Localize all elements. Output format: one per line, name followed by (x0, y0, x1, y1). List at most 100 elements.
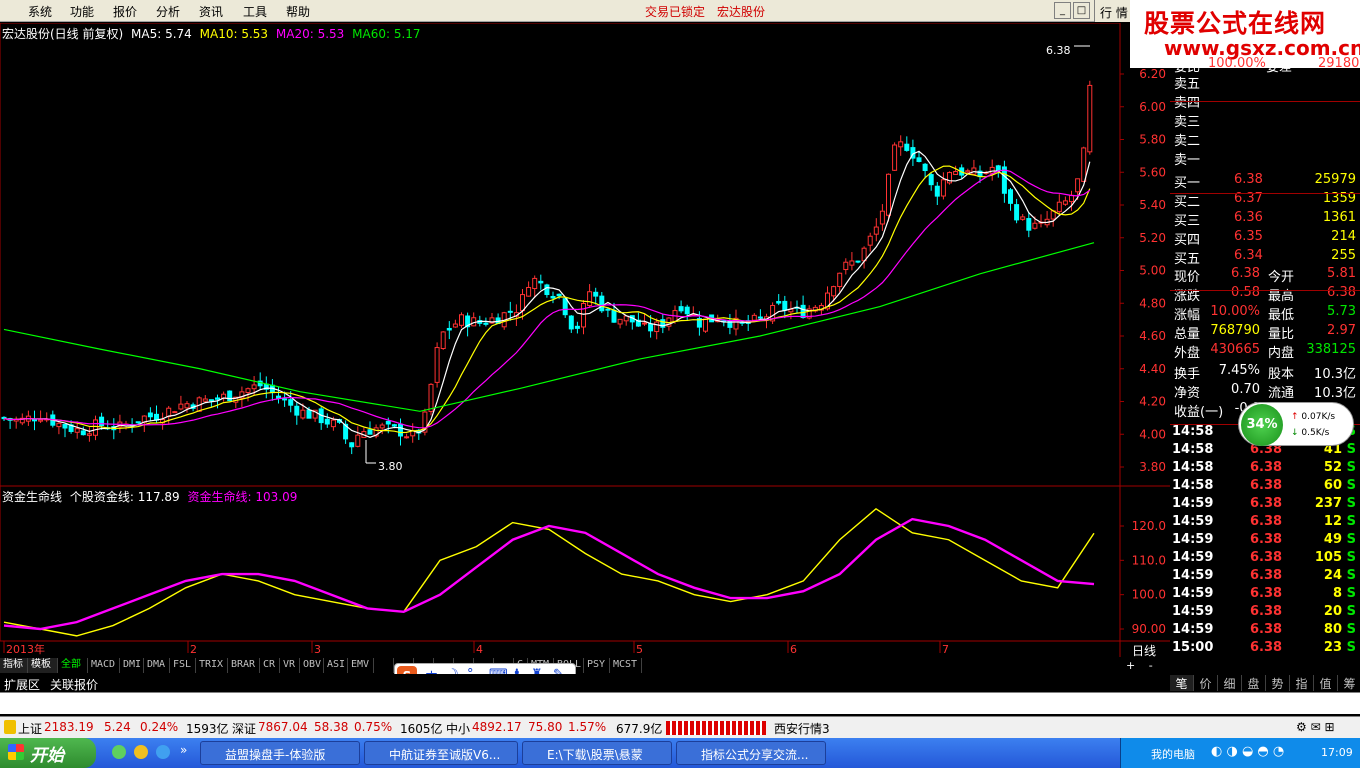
task-yimeng[interactable]: 益盟操盘手-体验版 (200, 741, 360, 765)
sell-row-1[interactable]: 卖一 (1170, 149, 1360, 168)
menu-quote[interactable]: 报价 (113, 3, 137, 20)
minimize-button[interactable]: _ (1054, 2, 1071, 19)
indicator-tick-label: 100.0 (1132, 588, 1166, 602)
candle-body (507, 310, 513, 313)
indicator-tab[interactable]: BRAR (228, 658, 260, 673)
quote-tab[interactable]: 势 (1266, 675, 1290, 691)
candle-body (135, 421, 141, 424)
tick-volume: 8 (1332, 586, 1342, 601)
quote-tab[interactable]: 值 (1314, 675, 1338, 691)
server-label: 西安行情3 (774, 722, 830, 736)
stat-value: 430665 (1210, 342, 1260, 357)
price-tick-label: 4.00 (1139, 427, 1166, 441)
chart-canvas[interactable]: 6.20 6.00 5.80 5.60 5.40 5.20 5.00 4.80 4.60 4.40… (0, 23, 1170, 657)
tab-related-quote[interactable]: 关联报价 (50, 676, 98, 693)
task-explorer[interactable]: E:\下载\股票\悬蒙 (522, 741, 672, 765)
zx-change: 75.80 (528, 720, 563, 734)
stat-value: 0.58 (1231, 285, 1260, 300)
kline-chart[interactable]: 6.20 6.00 5.80 5.60 5.40 5.20 5.00 4.80 4.60 4.40… (0, 23, 1170, 658)
menu-help[interactable]: 帮助 (286, 3, 310, 20)
buy-row[interactable]: 买一 6.38 25979 (1170, 172, 1360, 191)
sell-row-2[interactable]: 卖二 (1170, 130, 1360, 149)
buy-volume: 255 (1331, 248, 1356, 263)
task-forum[interactable]: 指标公式分享交流... (676, 741, 826, 765)
stat-value: 768790 (1210, 323, 1260, 338)
buy-row[interactable]: 买四 6.35 214 (1170, 229, 1360, 248)
candle-body (532, 277, 538, 290)
indicator-tab[interactable]: DMA (144, 658, 170, 673)
tab-quote[interactable]: 行 情 (1094, 0, 1134, 22)
quicklaunch-app-icon[interactable] (134, 745, 148, 759)
taskbar: 开始 » 益盟操盘手-体验版 中航证券至诚版V6... E:\下载\股票\悬蒙 … (0, 738, 1360, 768)
indicator-tab[interactable]: FSL (170, 658, 196, 673)
ratio-value: 100.00% (1208, 56, 1266, 71)
tray-label[interactable]: 我的电脑 (1151, 746, 1195, 762)
network-widget[interactable]: 34% ↑ 0.07K/s ↓ 0.5K/s (1238, 402, 1354, 446)
tick-volume: 24 (1323, 568, 1342, 583)
candle-body (306, 409, 312, 419)
stat-value: 10.3亿 (1314, 367, 1356, 382)
indicator-tab[interactable]: TRIX (196, 658, 228, 673)
start-button[interactable]: 开始 (0, 738, 96, 768)
input-bar[interactable] (0, 692, 1360, 714)
clock[interactable]: 17:09 (1321, 746, 1353, 759)
menu-system[interactable]: 系统 (28, 3, 52, 20)
tray-icons[interactable]: ◐ ◑ ◒ ◓ ◔ (1211, 744, 1284, 759)
quote-tab[interactable]: 价 (1194, 675, 1218, 691)
buy-row[interactable]: 买五 6.34 255 (1170, 248, 1360, 267)
indicator-tab[interactable]: 模板 (28, 658, 58, 673)
tick-volume: 52 (1323, 460, 1342, 475)
menu-analysis[interactable]: 分析 (156, 3, 180, 20)
zx-pct: 1.57% (568, 720, 607, 734)
quote-tab[interactable]: 指 (1290, 675, 1314, 691)
candle-body (562, 298, 568, 316)
tick-price: 6.38 (1250, 586, 1283, 601)
indicator-tab[interactable]: 全部 (58, 658, 88, 673)
indicator-tab[interactable]: VR (280, 658, 300, 673)
quote-tab[interactable]: 筹 (1338, 675, 1360, 691)
quote-tab[interactable]: 细 (1218, 675, 1242, 691)
minus-button[interactable]: - (1149, 659, 1153, 672)
stat-label: 流通 (1268, 386, 1295, 401)
quicklaunch-more-icon[interactable]: » (180, 743, 187, 757)
menu-function[interactable]: 功能 (70, 3, 94, 20)
buy-row[interactable]: 买三 6.36 1361 (1170, 210, 1360, 229)
life-line-label: 资金生命线: 103.09 (187, 490, 298, 504)
down-arrow-icon: ↓ (1291, 428, 1299, 438)
indicator-tab[interactable]: OBV (300, 658, 324, 673)
indicator-tab[interactable]: PSY (584, 658, 610, 673)
sell-row-3[interactable]: 卖三 (1170, 111, 1360, 130)
indicator-tab[interactable]: MCST (610, 658, 642, 673)
indicator-tab[interactable]: ASI (324, 658, 348, 673)
indicator-tab[interactable]: EMV (348, 658, 374, 673)
stat-value: 7.45% (1218, 363, 1260, 378)
candle-body (800, 304, 806, 319)
fund-line-label: 个股资金线: 117.89 (69, 490, 180, 504)
tab-extension[interactable]: 扩展区 (4, 676, 40, 693)
candle-body (849, 260, 855, 266)
candle-body (282, 398, 288, 401)
stat-label: 外盘 (1174, 346, 1201, 361)
indicator-tab[interactable]: DMI (120, 658, 144, 673)
candle-body (434, 347, 440, 383)
tick-row: 14:59 6.38 237 S (1170, 496, 1360, 515)
sell-row-5[interactable]: 卖五 (1170, 73, 1360, 92)
price-tick-label: 5.20 (1139, 231, 1166, 245)
indicator-tab[interactable]: 指标 (0, 658, 28, 673)
ma20-label: MA20: 5.53 (275, 27, 345, 41)
maximize-button[interactable]: □ (1073, 2, 1090, 19)
quicklaunch-browser-icon[interactable] (156, 745, 170, 759)
volume-bar (666, 721, 766, 735)
plus-button[interactable]: + (1126, 659, 1135, 672)
menu-tools[interactable]: 工具 (243, 3, 267, 20)
menu-info[interactable]: 资讯 (199, 3, 223, 20)
indicator-tab[interactable]: CR (260, 658, 280, 673)
quicklaunch-ie-icon[interactable] (112, 745, 126, 759)
indicator-tab[interactable]: MACD (88, 658, 120, 673)
quote-tab[interactable]: 盘 (1242, 675, 1266, 691)
indicator-tab[interactable] (374, 658, 394, 673)
task-zhonghang[interactable]: 中航证券至诚版V6... (364, 741, 518, 765)
tick-price: 6.38 (1250, 478, 1283, 493)
quote-tab[interactable]: 笔 (1170, 675, 1194, 691)
tick-row: 14:59 6.38 49 S (1170, 532, 1360, 551)
